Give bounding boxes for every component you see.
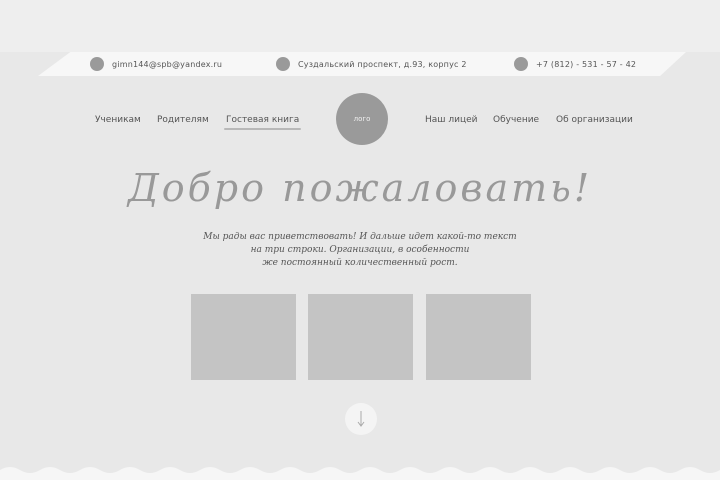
hero-text-line-2: на три строки. Организации, в особенност…: [250, 245, 470, 255]
arrow-down-icon: [357, 411, 365, 427]
email-icon: [90, 57, 104, 71]
location-icon: [276, 57, 290, 71]
wave-divider: [0, 467, 720, 480]
hero-title: Добро пожаловать!: [127, 166, 593, 210]
hero-text: Мы рады вас приветствовать! И дальше иде…: [160, 231, 560, 270]
nav-our-lyceum[interactable]: Наш лицей: [425, 115, 478, 125]
hero-text-line-3: же постоянный количественный рост.: [262, 258, 458, 268]
nav-parents[interactable]: Родителям: [157, 115, 209, 125]
image-placeholder-1[interactable]: [191, 294, 296, 380]
logo-label: лого: [353, 115, 371, 123]
contact-address-text: Суздальский проспект, д.93, корпус 2: [298, 59, 467, 69]
hero-text-line-1: Мы рады вас приветствовать! И дальше иде…: [203, 232, 517, 242]
contact-phone-text: +7 (812) - 531 - 57 - 42: [536, 59, 637, 69]
image-placeholder-3[interactable]: [426, 294, 531, 380]
nav-students[interactable]: Ученикам: [95, 115, 141, 125]
scroll-down-button[interactable]: [345, 403, 377, 435]
logo[interactable]: лого: [336, 93, 388, 145]
phone-icon: [514, 57, 528, 71]
nav-education[interactable]: Обучение: [493, 115, 539, 125]
image-placeholder-2[interactable]: [308, 294, 413, 380]
nav-guestbook[interactable]: Гостевая книга: [223, 115, 302, 130]
top-strip: [0, 0, 720, 52]
nav-about[interactable]: Об организации: [556, 115, 633, 125]
contact-email[interactable]: gimn144@spb@yandex.ru: [90, 57, 222, 71]
contact-email-text: gimn144@spb@yandex.ru: [112, 59, 223, 69]
contact-phone[interactable]: +7 (812) - 531 - 57 - 42: [514, 57, 636, 71]
contact-address: Суздальский проспект, д.93, корпус 2: [276, 57, 467, 71]
landing-page: gimn144@spb@yandex.ru Суздальский проспе…: [0, 0, 720, 480]
